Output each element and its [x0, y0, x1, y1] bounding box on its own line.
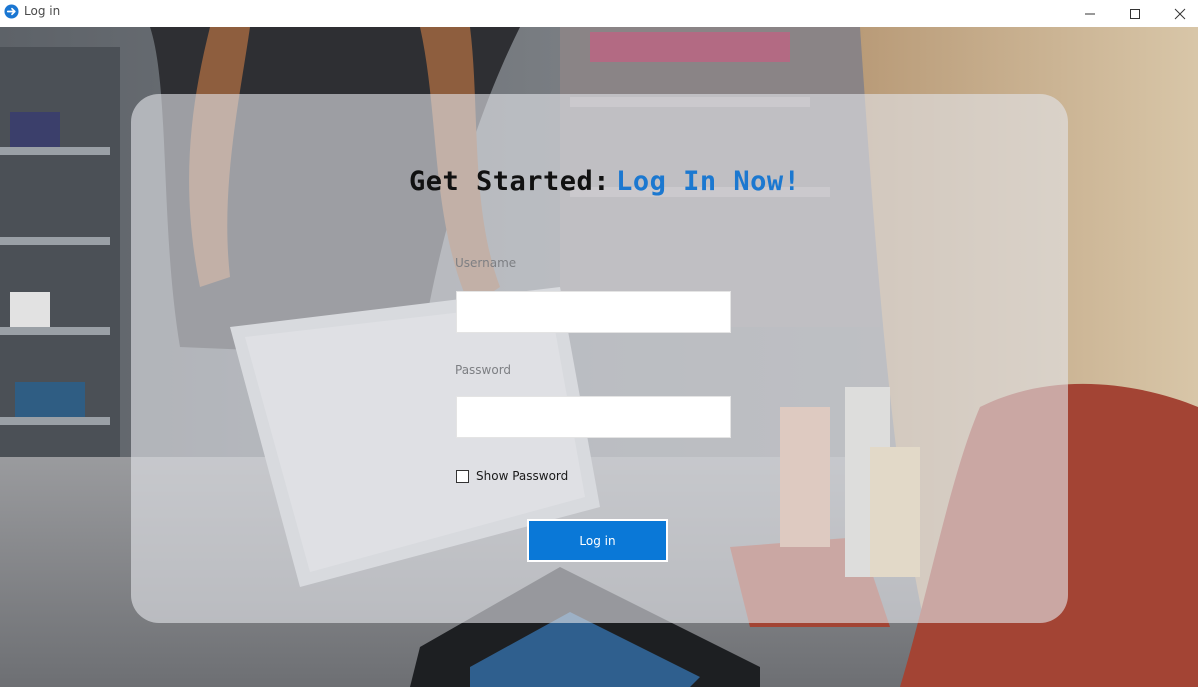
title-bar: Log in [0, 0, 1198, 27]
show-password-toggle[interactable]: Show Password [456, 469, 568, 483]
password-label: Password [455, 363, 512, 377]
login-window: Log in Get Started: Log In Now! Username… [0, 0, 1198, 687]
close-button[interactable] [1157, 0, 1198, 27]
heading-prefix: Get Started: [409, 166, 611, 197]
show-password-label: Show Password [476, 469, 569, 483]
close-icon [1174, 8, 1186, 19]
show-password-checkbox[interactable] [456, 469, 469, 483]
window-title: Log in [24, 4, 61, 18]
username-label: Username [455, 256, 517, 270]
maximize-icon [1130, 8, 1140, 19]
minimize-button[interactable] [1067, 0, 1113, 27]
page-title: Get Started: Log In Now! [409, 166, 800, 197]
app-icon [4, 4, 19, 19]
password-input[interactable] [456, 396, 731, 438]
username-input[interactable] [456, 291, 731, 333]
maximize-button[interactable] [1112, 0, 1158, 27]
login-button[interactable]: Log in [527, 519, 668, 562]
heading-accent: Log In Now! [616, 166, 801, 197]
minimize-icon [1085, 13, 1095, 14]
